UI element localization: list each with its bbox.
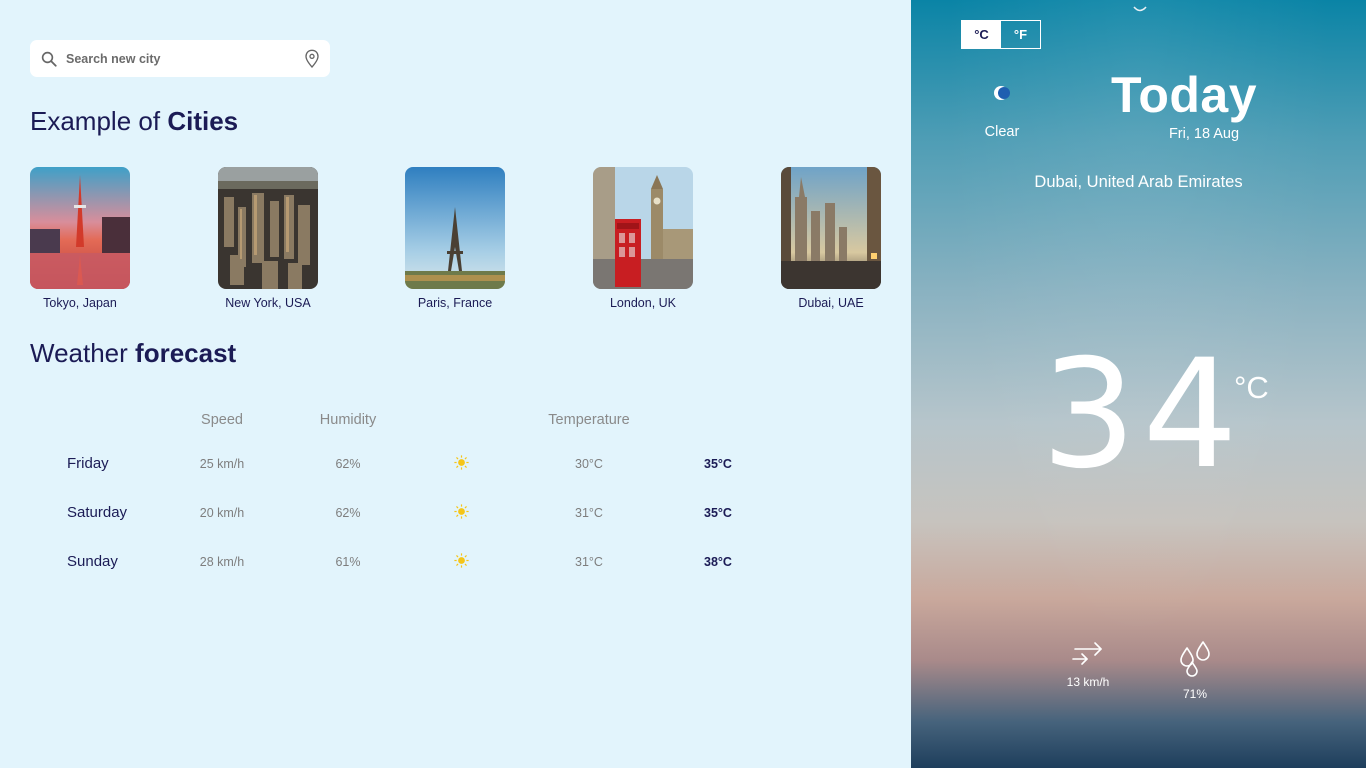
- cities-heading-prefix: Example of: [30, 106, 161, 136]
- forecast-humidity: 62%: [335, 506, 361, 520]
- city-name: Dubai, UAE: [798, 296, 864, 310]
- location-pin-icon[interactable]: [304, 49, 320, 69]
- left-panel: Example of Cities Tokyo, Japan: [0, 0, 911, 768]
- forecast-humidity: 61%: [335, 555, 361, 569]
- humidity-stat: 71%: [1173, 640, 1217, 701]
- loading-arc-icon: [1133, 6, 1147, 12]
- forecast-heading-prefix: Weather: [30, 338, 128, 368]
- cities-heading-bold: Cities: [167, 106, 239, 136]
- droplets-icon: [1180, 641, 1210, 677]
- cities-heading: Example of Cities: [30, 106, 238, 137]
- humidity-value: 71%: [1182, 687, 1208, 701]
- search-bar: [30, 40, 330, 77]
- forecast-row: Sunday 28 km/h 61% 31°C 38°C: [0, 547, 911, 577]
- forecast-heading-bold: forecast: [135, 338, 237, 368]
- sun-icon: [454, 504, 469, 519]
- forecast-min-temp: 30°C: [575, 457, 603, 471]
- forecast-min-temp: 31°C: [575, 555, 603, 569]
- forecast-humidity: 62%: [335, 457, 361, 471]
- sun-icon: [454, 455, 469, 470]
- forecast-row: Friday 25 km/h 62% 30°C 35°C: [0, 449, 911, 479]
- city-photo-new-york: [218, 167, 318, 289]
- wind-value: 13 km/h: [1066, 675, 1110, 689]
- city-card-new-york[interactable]: New York, USA: [218, 167, 318, 310]
- current-date: Fri, 18 Aug: [1168, 126, 1240, 142]
- search-icon: [41, 51, 57, 67]
- celsius-button[interactable]: °C: [962, 21, 1001, 48]
- forecast-row: Saturday 20 km/h 62% 31°C 35°C: [0, 498, 911, 528]
- forecast-min-temp: 31°C: [575, 506, 603, 520]
- today-label: Today: [1111, 67, 1258, 123]
- wind-arrows-icon: [1072, 642, 1102, 665]
- city-card-paris[interactable]: Paris, France: [405, 167, 505, 310]
- search-input[interactable]: [66, 51, 304, 66]
- city-card-london[interactable]: London, UK: [593, 167, 693, 310]
- city-card-dubai[interactable]: Dubai, UAE: [781, 167, 881, 310]
- forecast-speed: 20 km/h: [199, 506, 245, 520]
- forecast-day: Saturday: [67, 504, 128, 521]
- condition-label: Clear: [984, 124, 1020, 140]
- unit-toggle: °C °F: [961, 20, 1041, 49]
- column-speed: Speed: [201, 412, 243, 428]
- current-location: Dubai, United Arab Emirates: [1034, 173, 1243, 191]
- forecast-speed: 28 km/h: [199, 555, 245, 569]
- city-photo-london: [593, 167, 693, 289]
- city-name: New York, USA: [225, 296, 311, 310]
- city-photo-dubai: [781, 167, 881, 289]
- city-name: London, UK: [609, 296, 677, 310]
- column-humidity: Humidity: [319, 412, 377, 428]
- fahrenheit-button[interactable]: °F: [1001, 21, 1040, 48]
- column-temperature: Temperature: [548, 412, 630, 428]
- forecast-day: Sunday: [67, 553, 118, 570]
- current-temperature: 34: [1041, 328, 1244, 502]
- city-name: Tokyo, Japan: [43, 296, 117, 310]
- forecast-heading: Weather forecast: [30, 338, 236, 369]
- forecast-day: Friday: [67, 455, 109, 472]
- current-weather-panel: °C °F Clear Today Fri, 18 Aug Dubai, Uni…: [911, 0, 1366, 768]
- moon-icon: [994, 86, 1010, 100]
- city-name: Paris, France: [417, 296, 493, 310]
- city-card-tokyo[interactable]: Tokyo, Japan: [30, 167, 130, 310]
- forecast-max-temp: 35°C: [704, 457, 732, 471]
- wind-stat: 13 km/h: [1063, 640, 1113, 689]
- temperature-unit: °C: [1234, 370, 1269, 405]
- forecast-max-temp: 38°C: [704, 555, 732, 569]
- forecast-speed: 25 km/h: [199, 457, 245, 471]
- city-photo-paris: [405, 167, 505, 289]
- city-photo-tokyo: [30, 167, 130, 289]
- forecast-max-temp: 35°C: [704, 506, 732, 520]
- sun-icon: [454, 553, 469, 568]
